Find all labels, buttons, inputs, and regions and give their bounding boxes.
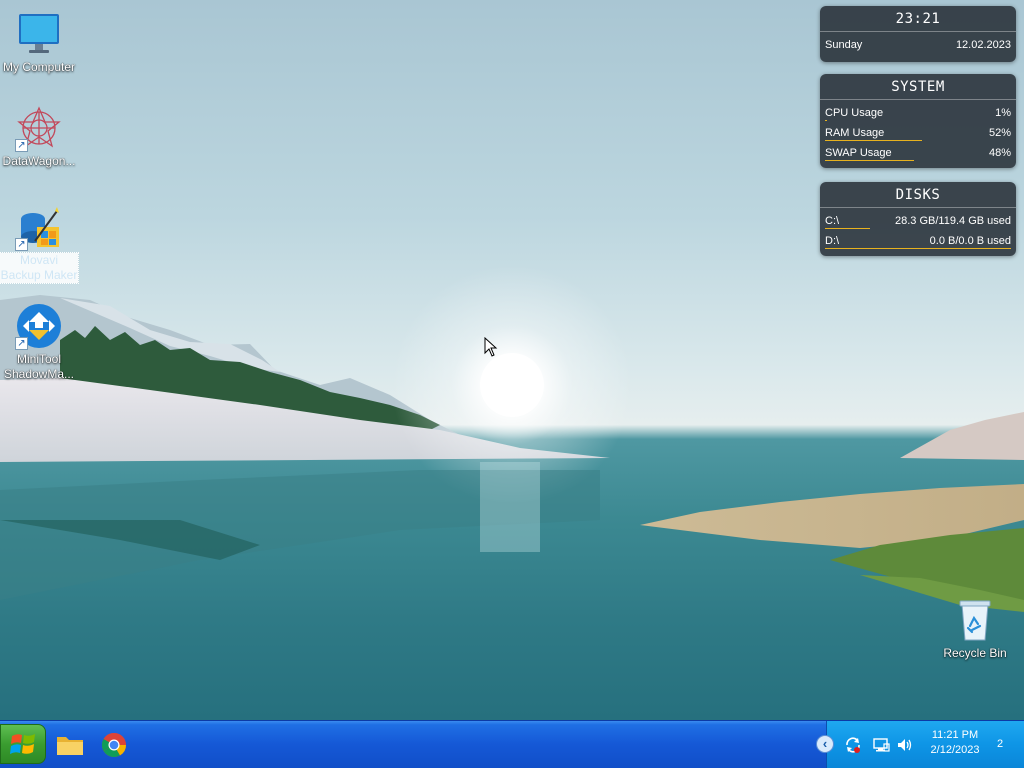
desktop-icon-label: MiniTool ShadowMa...	[3, 352, 75, 381]
ram-usage-bar	[825, 140, 922, 141]
shortcut-arrow-icon: ↗	[15, 238, 28, 251]
desktop-icon-label: My Computer	[2, 60, 76, 74]
volume-icon	[898, 739, 912, 751]
system-tray: 11:21 PM 2/12/2023 2	[826, 721, 1024, 768]
taskbar-file-explorer-button[interactable]	[52, 727, 88, 763]
taskbar-clock[interactable]: 11:21 PM 2/12/2023	[923, 728, 987, 758]
start-button[interactable]	[0, 724, 46, 764]
mouse-pointer-icon	[484, 337, 498, 357]
network-icon	[873, 738, 890, 752]
clock-widget[interactable]: 23:21 Sunday 12.02.2023	[820, 6, 1016, 62]
desktop-icon-backup-wizard[interactable]: ↗ Movavi Backup Maker	[0, 203, 79, 284]
network-tray-button[interactable]	[871, 735, 891, 755]
backup-wizard-icon: ↗	[15, 203, 63, 251]
sync-icon	[846, 737, 860, 753]
chevron-left-icon: ‹	[822, 736, 828, 751]
cpu-usage-label: CPU Usage	[825, 107, 884, 119]
shortcut-arrow-icon: ↗	[15, 139, 28, 152]
cpu-usage-bar	[825, 120, 827, 121]
recycle-bin-icon	[951, 596, 999, 644]
desktop-icon-datawagon[interactable]: ↗ DataWagon...	[0, 104, 78, 169]
swap-usage-value: 48%	[988, 147, 1011, 159]
disk-c-bar	[825, 228, 870, 229]
disks-widget[interactable]: DISKS C:\ 28.3 GB/119.4 GB used D:\ 0.0 …	[820, 182, 1016, 256]
disk-d-row: D:\ 0.0 B/0.0 B used	[820, 231, 1016, 251]
windows-logo-icon	[10, 734, 35, 754]
swap-usage-row: SWAP Usage 48%	[820, 143, 1016, 163]
volume-tray-button[interactable]	[895, 735, 915, 755]
taskbar-chrome-button[interactable]	[96, 727, 132, 763]
notification-count-badge[interactable]: 2	[991, 735, 1009, 753]
minitool-shadowmaker-icon: ↗	[15, 302, 63, 350]
disk-c-value: 28.3 GB/119.4 GB used	[895, 215, 1011, 227]
desktop[interactable]: My Computer ↗ DataWagon... ↗ Movavi Back…	[0, 0, 1024, 720]
sync-tray-button[interactable]	[843, 735, 863, 755]
ram-usage-row: RAM Usage 52%	[820, 123, 1016, 143]
clock-time: 23:21	[820, 6, 1016, 32]
cpu-usage-value: 1%	[995, 107, 1011, 119]
system-title: SYSTEM	[820, 74, 1016, 100]
desktop-icon-label: Movavi Backup Maker	[0, 252, 79, 284]
taskbar-date: 2/12/2023	[930, 744, 980, 756]
disks-title: DISKS	[820, 182, 1016, 208]
folder-icon	[57, 737, 83, 755]
desktop-icon-label: Recycle Bin	[943, 646, 1007, 660]
monitor-icon	[15, 10, 63, 58]
cpu-usage-row: CPU Usage 1%	[820, 103, 1016, 123]
clock-date: 12.02.2023	[955, 39, 1011, 51]
disk-c-row: C:\ 28.3 GB/119.4 GB used	[820, 211, 1016, 231]
system-widget[interactable]: SYSTEM CPU Usage 1% RAM Usage 52% SWAP U…	[820, 74, 1016, 168]
taskbar: 11:21 PM 2/12/2023 2	[0, 720, 1024, 768]
datawagon-icon: ↗	[15, 104, 63, 152]
clock-day: Sunday	[825, 39, 863, 51]
desktop-icon-label: DataWagon...	[2, 154, 76, 168]
desktop-icon-minitool-shadowmaker[interactable]: ↗ MiniTool ShadowMa...	[0, 302, 78, 382]
disk-d-bar	[825, 248, 1011, 249]
ram-usage-value: 52%	[988, 127, 1011, 139]
desktop-icon-recycle-bin[interactable]: Recycle Bin	[936, 596, 1014, 661]
chrome-icon	[101, 732, 127, 758]
show-hidden-icons-button[interactable]: ‹	[816, 735, 834, 753]
swap-usage-bar	[825, 160, 914, 161]
shortcut-arrow-icon: ↗	[15, 337, 28, 350]
taskbar-time: 11:21 PM	[931, 729, 979, 741]
desktop-icon-my-computer[interactable]: My Computer	[0, 10, 78, 75]
